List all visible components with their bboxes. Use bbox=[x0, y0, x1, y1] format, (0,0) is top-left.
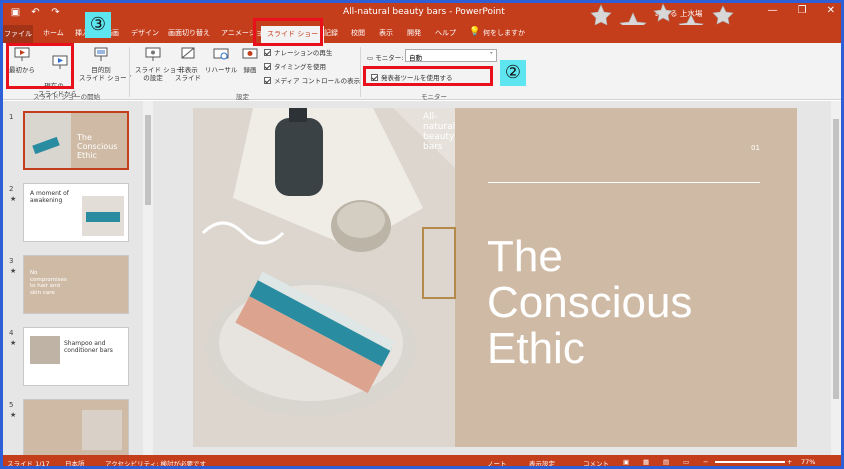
narration-checkbox[interactable]: ナレーションの再生 bbox=[264, 47, 332, 57]
slide-thumbnail-3[interactable]: No compromises to hair and skin care bbox=[23, 255, 129, 314]
animation-star-icon: ★ bbox=[10, 267, 17, 275]
setup-icon bbox=[145, 47, 161, 61]
animation-star-icon: ★ bbox=[10, 411, 17, 419]
thumb-title: A moment of awakening bbox=[30, 190, 69, 204]
custom-slideshow-icon bbox=[94, 47, 108, 61]
thumb-number: 5 bbox=[9, 401, 14, 409]
thumb-number: 2 bbox=[9, 185, 14, 193]
current-slide[interactable]: All- natural beauty bars 01 The Consciou… bbox=[193, 108, 797, 447]
thumb-number: 1 bbox=[9, 113, 14, 121]
editor-scrollbar[interactable] bbox=[831, 101, 841, 455]
thumb-soap-image bbox=[86, 212, 120, 222]
tab-design[interactable]: デザイン bbox=[131, 28, 159, 38]
thumbnail-scrollbar[interactable] bbox=[143, 101, 153, 455]
slide-thumbnail-4[interactable]: Shampoo and conditioner bars bbox=[23, 327, 129, 386]
tab-home[interactable]: ホーム bbox=[43, 28, 64, 38]
tab-review[interactable]: 校閲 bbox=[351, 28, 365, 38]
custom-slideshow-button[interactable]: 目的別 スライド ショー ˅ bbox=[79, 47, 132, 82]
animation-star-icon: ★ bbox=[10, 339, 17, 347]
zoom-in-icon[interactable]: + bbox=[787, 458, 792, 466]
slide-counter: スライド 1/17 bbox=[7, 460, 50, 468]
thumb-title: No compromises to hair and skin care bbox=[30, 270, 67, 296]
slide-number-text: 01 bbox=[751, 144, 760, 152]
monitor-label: ▭ モニター: bbox=[367, 54, 404, 62]
animation-star-icon: ★ bbox=[10, 195, 17, 203]
tab-record[interactable]: 記録 bbox=[324, 28, 338, 38]
callout-2: ② bbox=[500, 60, 526, 86]
record-icon bbox=[242, 48, 258, 59]
monitor-icon: ▭ bbox=[367, 54, 376, 62]
callout-3: ③ bbox=[85, 12, 111, 38]
window-title: All-natural beauty bars - PowerPoint bbox=[343, 7, 505, 17]
thumb-photo bbox=[82, 410, 122, 450]
powerpoint-window: ▣ ↶ ↷ All-natural beauty bars - PowerPoi… bbox=[0, 0, 844, 469]
timings-checkbox[interactable]: タイミングを使用 bbox=[264, 61, 326, 71]
language-indicator[interactable]: 日本語 bbox=[65, 458, 85, 466]
tell-me-search[interactable]: 何をしますか bbox=[483, 28, 525, 38]
rehearse-timings-button[interactable]: リハーサル bbox=[205, 47, 237, 74]
thumb-number: 4 bbox=[9, 329, 14, 337]
tab-transitions[interactable]: 画面切り替え bbox=[168, 28, 210, 38]
group-label-start: スライド ショーの開始 bbox=[33, 93, 101, 101]
undo-icon[interactable]: ↶ bbox=[29, 6, 42, 19]
status-bar: スライド 1/17 日本語 アクセシビリティ: 検討が必要です ノート 表示設定… bbox=[3, 455, 841, 468]
zoom-slider[interactable] bbox=[715, 461, 785, 463]
notes-button[interactable]: ノート bbox=[487, 458, 507, 466]
comments-button[interactable]: コメント bbox=[583, 458, 609, 466]
group-label-monitor: モニター bbox=[421, 93, 447, 101]
slide-sorter-icon[interactable]: ▦ bbox=[643, 458, 649, 466]
quick-access-toolbar: ▣ ↶ ↷ bbox=[9, 6, 62, 19]
slideshow-setup-button[interactable]: スライド ショー の設定 bbox=[135, 47, 183, 82]
save-icon[interactable]: ▣ bbox=[9, 6, 22, 19]
highlight-slideshow-tab bbox=[253, 18, 323, 46]
display-settings-button[interactable]: 表示設定 bbox=[529, 458, 555, 466]
slide-title: The Conscious Ethic bbox=[487, 232, 693, 373]
monitor-select[interactable]: 自動 ˅ bbox=[405, 49, 497, 62]
tab-developer[interactable]: 開発 bbox=[407, 28, 421, 38]
slide-tag-text: All- natural beauty bars bbox=[423, 112, 456, 152]
chevron-down-icon: ˅ bbox=[489, 51, 493, 59]
tab-view[interactable]: 表示 bbox=[379, 28, 393, 38]
hide-slide-icon bbox=[181, 47, 195, 59]
normal-view-icon[interactable]: ▣ bbox=[623, 458, 629, 466]
restore-button[interactable]: ❐ bbox=[798, 5, 807, 16]
group-label-setup: 設定 bbox=[236, 93, 249, 101]
minimize-button[interactable]: — bbox=[768, 5, 778, 16]
zoom-out-icon[interactable]: − bbox=[703, 458, 708, 466]
lightbulb-icon: 💡 bbox=[469, 27, 481, 37]
reading-view-icon[interactable]: ▤ bbox=[663, 458, 669, 466]
record-button[interactable]: 録画 bbox=[239, 47, 261, 74]
slide-thumbnail-5[interactable] bbox=[23, 399, 129, 458]
tab-help[interactable]: ヘルプ bbox=[435, 28, 456, 38]
tab-file[interactable]: ファイル bbox=[3, 25, 33, 43]
slide-thumbnail-2[interactable]: A moment of awakening bbox=[23, 183, 129, 242]
zoom-level[interactable]: 77% bbox=[801, 458, 815, 466]
highlight-presenter-view bbox=[363, 66, 493, 86]
thumb-number: 3 bbox=[9, 257, 14, 265]
slideshow-view-icon[interactable]: ▭ bbox=[683, 458, 689, 466]
ribbon-tabs: ファイル ホーム 挿入 描画 デザイン 画面切り替え アニメーション スライド … bbox=[3, 25, 841, 43]
highlight-start-buttons bbox=[6, 43, 74, 89]
thumb-title: The Conscious Ethic bbox=[77, 133, 118, 160]
accessibility-status[interactable]: アクセシビリティ: 検討が必要です bbox=[105, 458, 206, 466]
group-separator bbox=[129, 47, 130, 97]
thumb-photo bbox=[30, 336, 60, 364]
redo-icon[interactable]: ↷ bbox=[49, 6, 62, 19]
rehearse-icon bbox=[213, 48, 229, 60]
media-controls-checkbox[interactable]: メディア コントロールの表示 bbox=[264, 75, 360, 85]
close-button[interactable]: ✕ bbox=[827, 5, 835, 16]
slide-divider-line bbox=[488, 182, 760, 183]
slide-thumbnail-pane: 1 The Conscious Ethic 2 ★ A moment of aw… bbox=[3, 101, 155, 458]
slide-thumbnail-1[interactable]: The Conscious Ethic bbox=[23, 111, 129, 170]
hide-slide-button[interactable]: 非表示 スライド bbox=[173, 47, 203, 82]
thumb-title: Shampoo and conditioner bars bbox=[64, 340, 113, 354]
group-separator bbox=[360, 47, 361, 97]
